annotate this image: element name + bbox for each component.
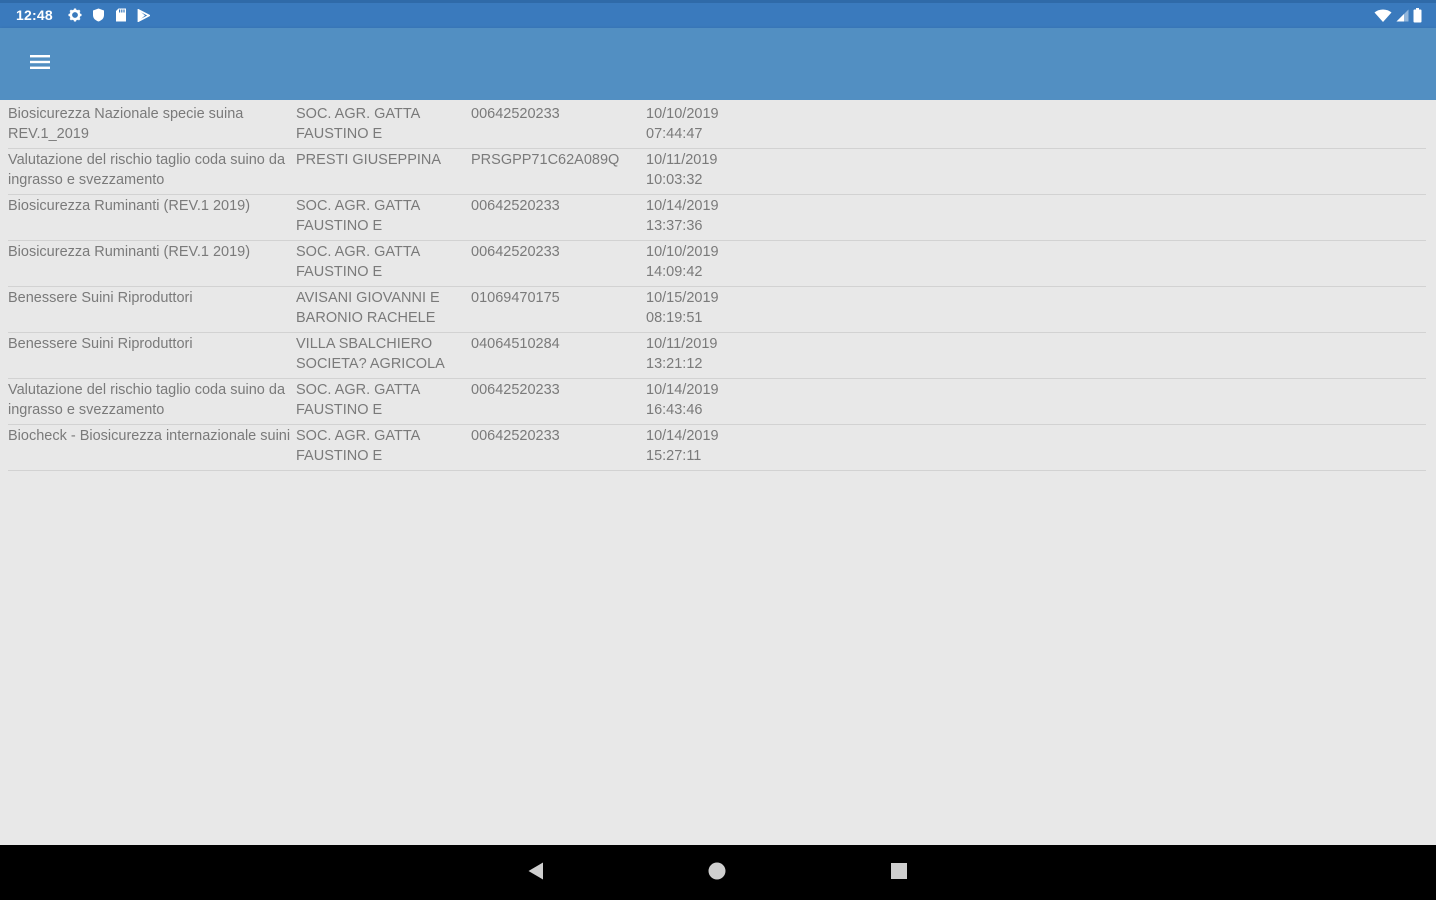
record-tax-code: 01069470175 bbox=[471, 290, 560, 306]
record-date: 10/14/2019 bbox=[646, 382, 719, 398]
recents-button[interactable] bbox=[887, 861, 911, 885]
record-row[interactable]: Biosicurezza Ruminanti (REV.1 2019) SOC.… bbox=[8, 241, 1426, 287]
app-screen: 12:48 Biosicurezza Nazionale specie suin… bbox=[0, 0, 1436, 900]
record-row[interactable]: Biosicurezza Ruminanti (REV.1 2019) SOC.… bbox=[8, 195, 1426, 241]
record-farm-name: SOC. AGR. GATTA FAUSTINO E bbox=[296, 428, 420, 464]
record-survey-name: Biosicurezza Nazionale specie suina REV.… bbox=[8, 106, 244, 142]
record-row[interactable]: Biocheck - Biosicurezza internazionale s… bbox=[8, 425, 1426, 471]
record-date: 10/11/2019 bbox=[646, 152, 718, 168]
record-date: 10/15/2019 bbox=[646, 290, 719, 306]
record-datetime: 10/11/2019 10:03:32 bbox=[646, 149, 756, 194]
status-icons-left bbox=[68, 8, 150, 22]
battery-icon bbox=[1413, 8, 1422, 23]
record-survey-name: Biosicurezza Ruminanti (REV.1 2019) bbox=[8, 198, 251, 214]
status-time: 12:48 bbox=[16, 7, 53, 23]
record-tax-code: 04064510284 bbox=[471, 336, 560, 352]
record-datetime: 10/14/2019 16:43:46 bbox=[646, 379, 756, 424]
record-tax-code: 00642520233 bbox=[471, 382, 560, 398]
record-row[interactable]: Valutazione del rischio taglio coda suin… bbox=[8, 379, 1426, 425]
back-button[interactable] bbox=[524, 861, 548, 885]
cell-signal-icon bbox=[1396, 9, 1409, 22]
record-time: 08:19:51 bbox=[646, 310, 703, 326]
record-tax-code: 00642520233 bbox=[471, 198, 560, 214]
recents-icon bbox=[889, 861, 909, 886]
play-store-icon bbox=[137, 8, 150, 22]
record-time: 07:44:47 bbox=[646, 126, 703, 142]
record-datetime: 10/14/2019 15:27:11 bbox=[646, 425, 756, 470]
app-toolbar bbox=[0, 28, 1436, 100]
hamburger-menu-button[interactable] bbox=[22, 46, 58, 82]
record-datetime: 10/14/2019 13:37:36 bbox=[646, 195, 756, 240]
settings-icon bbox=[68, 8, 82, 22]
hamburger-menu-icon bbox=[30, 54, 50, 75]
record-datetime: 10/15/2019 08:19:51 bbox=[646, 287, 756, 332]
record-farm-name: PRESTI GIUSEPPINA bbox=[296, 152, 442, 168]
status-icons-right bbox=[1374, 8, 1422, 23]
record-tax-code: 00642520233 bbox=[471, 428, 560, 444]
record-datetime: 10/10/2019 14:09:42 bbox=[646, 241, 756, 286]
status-bar: 12:48 bbox=[0, 0, 1436, 28]
record-farm-name: SOC. AGR. GATTA FAUSTINO E bbox=[296, 106, 420, 142]
back-icon bbox=[526, 861, 546, 886]
record-farm-name: SOC. AGR. GATTA FAUSTINO E bbox=[296, 198, 420, 234]
record-survey-name: Valutazione del rischio taglio coda suin… bbox=[8, 382, 286, 418]
record-date: 10/10/2019 bbox=[646, 106, 719, 122]
record-time: 14:09:42 bbox=[646, 264, 703, 280]
record-survey-name: Benessere Suini Riproduttori bbox=[8, 290, 193, 306]
record-row[interactable]: Valutazione del rischio taglio coda suin… bbox=[8, 149, 1426, 195]
record-row[interactable]: Benessere Suini Riproduttori AVISANI GIO… bbox=[8, 287, 1426, 333]
record-farm-name: VILLA SBALCHIERO SOCIETA? AGRICOLA bbox=[296, 336, 445, 372]
sd-card-icon bbox=[115, 8, 127, 22]
record-time: 13:21:12 bbox=[646, 356, 703, 372]
record-time: 10:03:32 bbox=[646, 172, 703, 188]
record-farm-name: SOC. AGR. GATTA FAUSTINO E bbox=[296, 244, 420, 280]
records-list: Biosicurezza Nazionale specie suina REV.… bbox=[8, 103, 1426, 471]
record-row[interactable]: Benessere Suini Riproduttori VILLA SBALC… bbox=[8, 333, 1426, 379]
record-tax-code: PRSGPP71C62A089Q bbox=[471, 152, 620, 168]
record-survey-name: Biosicurezza Ruminanti (REV.1 2019) bbox=[8, 244, 251, 260]
record-survey-name: Valutazione del rischio taglio coda suin… bbox=[8, 152, 286, 188]
record-date: 10/14/2019 bbox=[646, 428, 719, 444]
record-date: 10/14/2019 bbox=[646, 198, 719, 214]
record-datetime: 10/11/2019 13:21:12 bbox=[646, 333, 756, 378]
record-time: 16:43:46 bbox=[646, 402, 703, 418]
record-time: 13:37:36 bbox=[646, 218, 703, 234]
record-farm-name: AVISANI GIOVANNI E BARONIO RACHELE bbox=[296, 290, 440, 326]
shield-icon bbox=[92, 8, 105, 22]
navigation-bar bbox=[0, 845, 1436, 900]
record-date: 10/10/2019 bbox=[646, 244, 719, 260]
record-survey-name: Biocheck - Biosicurezza internazionale s… bbox=[8, 428, 291, 444]
home-icon bbox=[707, 861, 727, 886]
record-date: 10/11/2019 bbox=[646, 336, 718, 352]
record-tax-code: 00642520233 bbox=[471, 106, 560, 122]
record-row[interactable]: Biosicurezza Nazionale specie suina REV.… bbox=[8, 103, 1426, 149]
home-button[interactable] bbox=[705, 861, 729, 885]
record-tax-code: 00642520233 bbox=[471, 244, 560, 260]
wifi-icon bbox=[1374, 9, 1392, 23]
record-time: 15:27:11 bbox=[646, 448, 702, 464]
record-survey-name: Benessere Suini Riproduttori bbox=[8, 336, 193, 352]
record-datetime: 10/10/2019 07:44:47 bbox=[646, 103, 756, 148]
record-farm-name: SOC. AGR. GATTA FAUSTINO E bbox=[296, 382, 420, 418]
